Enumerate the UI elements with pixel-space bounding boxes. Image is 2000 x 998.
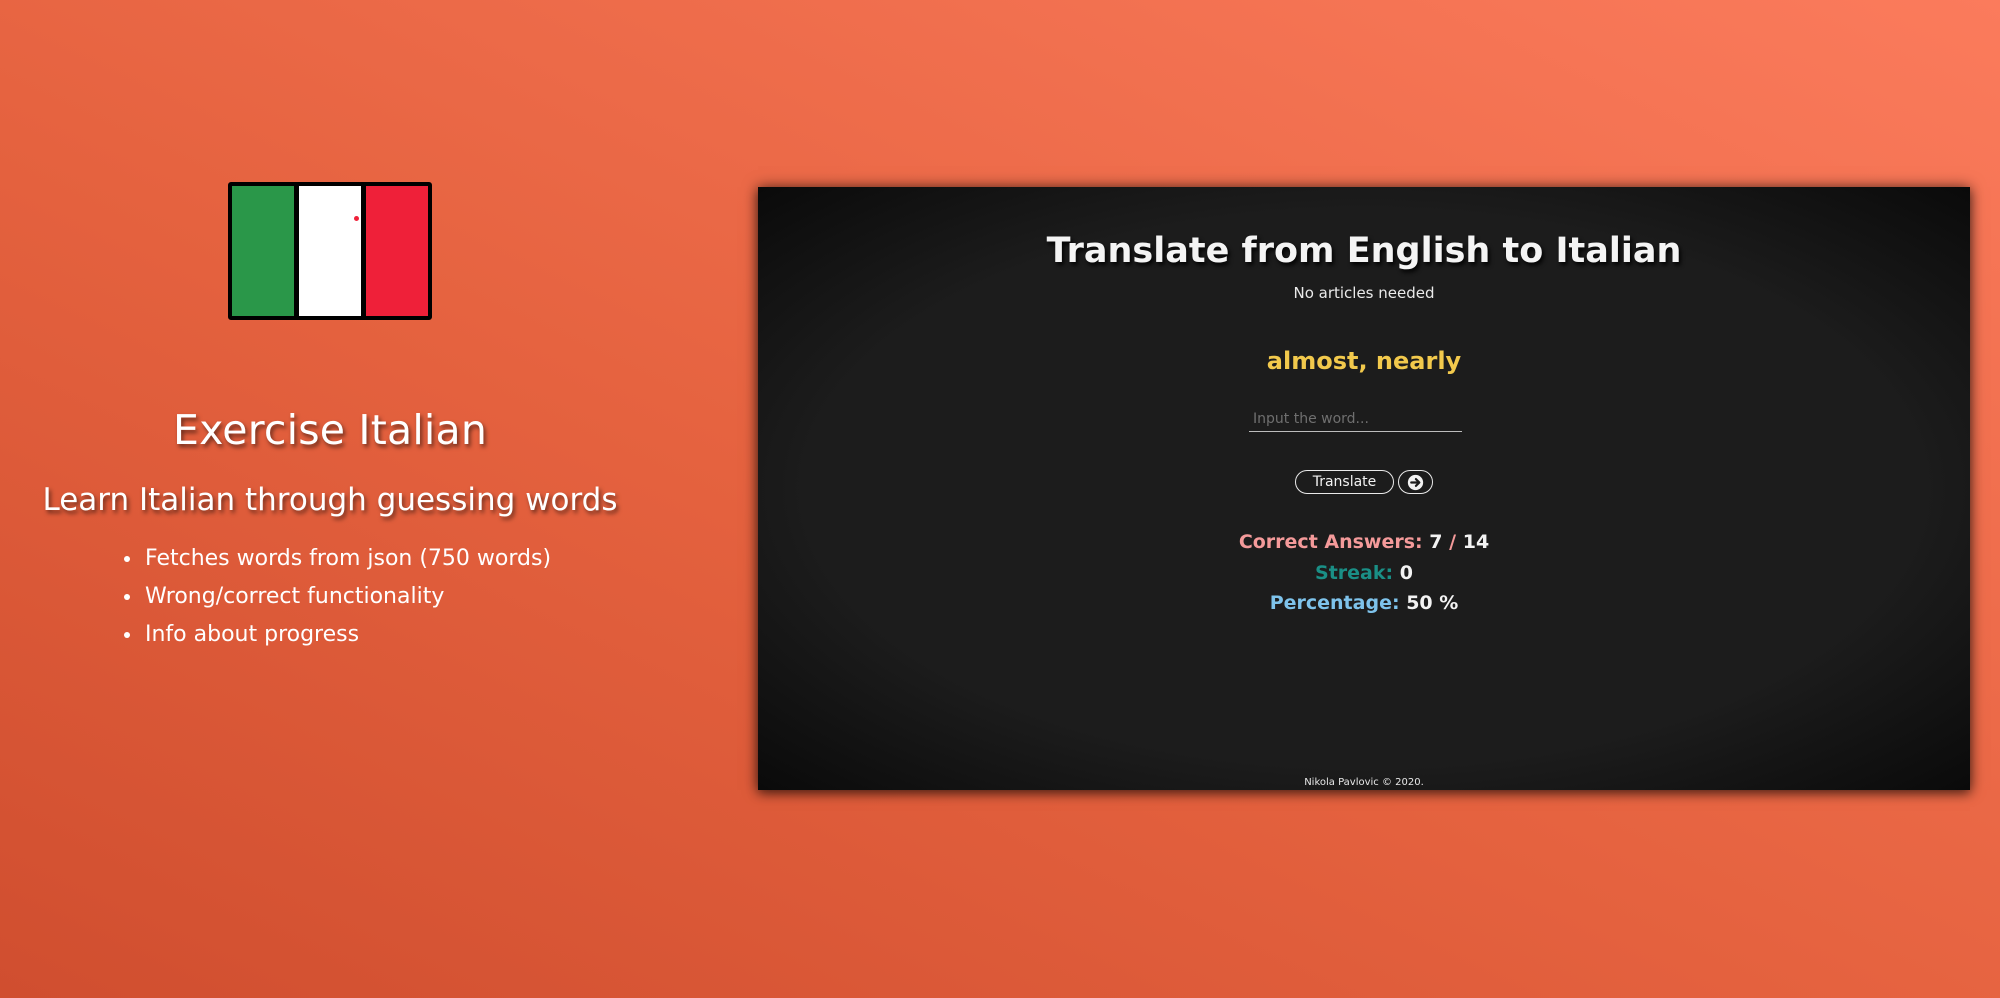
translate-button[interactable]: Translate — [1295, 470, 1394, 494]
percentage-value: 50 % — [1406, 592, 1459, 614]
promo-subtitle: Learn Italian through guessing words — [42, 482, 618, 518]
app-preview-panel: Translate from English to Italian No art… — [758, 187, 1970, 790]
streak-value: 0 — [1399, 561, 1413, 584]
flag-green-stripe — [232, 186, 294, 316]
correct-answers-value: 7 — [1429, 531, 1443, 553]
word-input[interactable] — [1249, 406, 1462, 432]
feature-item: Fetches words from json (750 words) — [143, 540, 551, 578]
feature-item: Info about progress — [143, 616, 551, 654]
button-row: Translate — [758, 470, 1970, 494]
percentage-label: Percentage: — [1269, 592, 1400, 614]
feature-list: Fetches words from json (750 words) Wron… — [116, 540, 551, 654]
app-title: Translate from English to Italian — [1046, 231, 1682, 271]
flag-red-stripe — [366, 186, 428, 316]
total-answers-value: 14 — [1462, 531, 1490, 553]
stats-block: Correct Answers: 7 / 14 Streak: 0 Percen… — [758, 527, 1970, 619]
streak-label: Streak: — [1315, 561, 1394, 584]
feature-item: Wrong/correct functionality — [143, 578, 551, 616]
correct-answers-separator: / — [1449, 531, 1457, 553]
correct-answers-label: Correct Answers: — [1238, 531, 1423, 553]
promo-title: Exercise Italian — [172, 406, 488, 454]
app-footer: Nikola Pavlovic © 2020. — [1304, 777, 1424, 788]
next-word-button[interactable] — [1398, 470, 1433, 494]
italian-flag-image — [228, 182, 432, 320]
streak-stat: Streak: 0 — [758, 558, 1970, 589]
percentage-stat: Percentage: 50 % — [758, 588, 1970, 619]
app-note: No articles needed — [1293, 284, 1435, 302]
arrow-right-circle-icon — [1407, 474, 1424, 491]
flag-white-stripe — [299, 186, 361, 316]
correct-answers-stat: Correct Answers: 7 / 14 — [758, 527, 1970, 558]
prompt-word: almost, nearly — [1266, 347, 1462, 375]
